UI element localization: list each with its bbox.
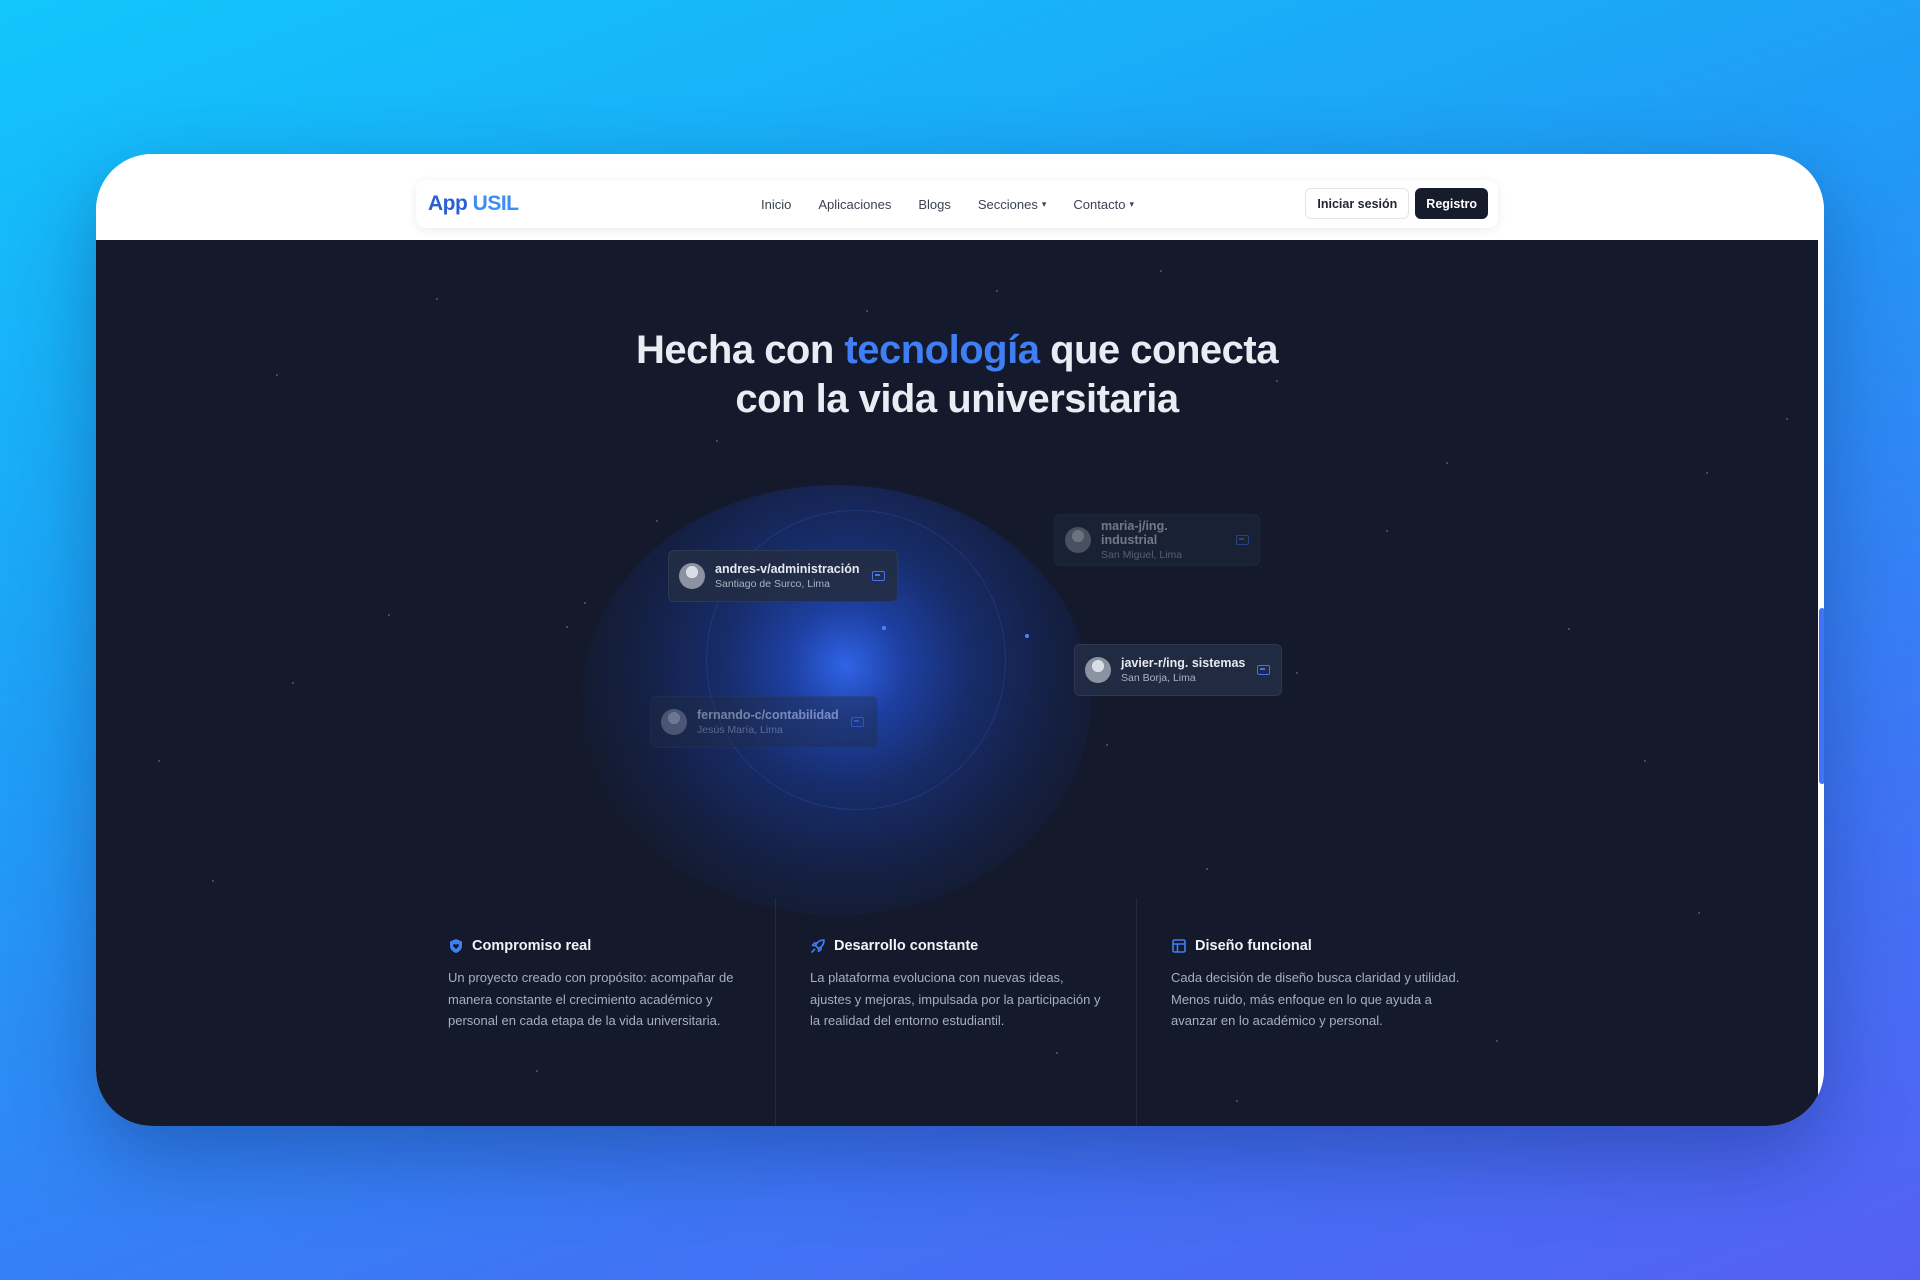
- top-bar: App USIL Inicio Aplicaciones Blogs Secci…: [96, 154, 1824, 240]
- navbar: App USIL Inicio Aplicaciones Blogs Secci…: [416, 180, 1498, 228]
- star: [716, 440, 718, 442]
- nav-links: Inicio Aplicaciones Blogs Secciones ▾ Co…: [761, 180, 1134, 228]
- browser-window: App USIL Inicio Aplicaciones Blogs Secci…: [96, 154, 1824, 1126]
- star: [1446, 462, 1448, 464]
- shield-heart-icon: [450, 939, 462, 953]
- message-icon[interactable]: [1236, 535, 1249, 545]
- feature-title: Desarrollo constante: [834, 938, 979, 954]
- star: [1160, 270, 1162, 272]
- feature-title: Compromiso real: [472, 938, 592, 954]
- star: [388, 614, 390, 616]
- feature-diseno: Diseño funcional Cada decisión de diseño…: [1136, 898, 1497, 1126]
- layout-icon: [1172, 939, 1186, 953]
- hero-title-post: que conecta: [1039, 328, 1278, 372]
- feature-description: Cada decisión de diseño busca claridad y…: [1171, 970, 1460, 1028]
- nav-contacto[interactable]: Contacto ▾: [1073, 197, 1134, 212]
- profile-name: javier-r/ing. sistemas: [1121, 656, 1246, 670]
- nav-contacto-label: Contacto: [1073, 196, 1126, 212]
- chevron-down-icon: ▾: [1129, 198, 1134, 209]
- feature-compromiso: Compromiso real Un proyecto creado con p…: [414, 898, 775, 1126]
- chevron-down-icon: ▾: [1041, 198, 1047, 209]
- feature-description: La plataforma evoluciona con nuevas idea…: [810, 970, 1101, 1028]
- logo[interactable]: App USIL: [428, 192, 519, 216]
- profile-card[interactable]: fernando-c/contabilidad Jesús María, Lim…: [650, 696, 878, 748]
- star: [1644, 760, 1646, 762]
- avatar: [1065, 527, 1091, 553]
- star: [566, 626, 568, 628]
- star: [158, 760, 160, 762]
- profile-card[interactable]: javier-r/ing. sistemas San Borja, Lima: [1074, 644, 1282, 696]
- profile-location: San Miguel, Lima: [1101, 549, 1183, 561]
- scrollbar[interactable]: [1818, 240, 1824, 1126]
- nav-inicio[interactable]: Inicio: [761, 197, 791, 212]
- star: [656, 520, 658, 522]
- message-icon[interactable]: [1257, 665, 1271, 675]
- message-icon[interactable]: [871, 571, 885, 581]
- feature-title: Diseño funcional: [1195, 938, 1312, 954]
- star: [1206, 868, 1208, 870]
- nav-actions: Iniciar sesión Registro: [1305, 188, 1488, 219]
- nav-secciones[interactable]: Secciones ▾: [978, 197, 1047, 212]
- star: [212, 880, 214, 882]
- scrollbar-thumb[interactable]: [1819, 608, 1824, 784]
- avatar: [679, 563, 705, 589]
- profile-name: andres-v/administración: [715, 562, 860, 576]
- star: [1568, 628, 1570, 630]
- hero-title-pre: Hecha con: [636, 328, 845, 372]
- rocket-icon: [811, 939, 825, 953]
- login-button[interactable]: Iniciar sesión: [1305, 188, 1410, 219]
- logo-brand: USIL: [472, 192, 519, 215]
- logo-app: App: [428, 192, 468, 215]
- profile-location: Jesús María, Lima: [697, 724, 783, 736]
- hero-title: Hecha con tecnología que conecta con la …: [96, 326, 1818, 424]
- nav-secciones-label: Secciones: [977, 196, 1038, 212]
- nav-aplicaciones[interactable]: Aplicaciones: [818, 197, 891, 212]
- nav-blogs[interactable]: Blogs: [918, 197, 951, 212]
- star: [1698, 912, 1700, 914]
- star: [996, 290, 998, 292]
- profile-card[interactable]: andres-v/administración Santiago de Surc…: [668, 550, 898, 602]
- hero-section: Hecha con tecnología que conecta con la …: [96, 240, 1818, 1126]
- hero-title-line2: con la vida universitaria: [735, 377, 1179, 421]
- profile-card[interactable]: maria-j/ing. industrial San Miguel, Lima: [1054, 514, 1260, 566]
- hero-title-accent: tecnología: [844, 328, 1040, 372]
- globe-dot: [882, 626, 886, 630]
- star: [436, 298, 438, 300]
- star: [584, 602, 586, 604]
- star: [866, 310, 868, 312]
- globe-dot: [1025, 634, 1029, 638]
- avatar: [1085, 657, 1111, 683]
- feature-description: Un proyecto creado con propósito: acompa…: [448, 970, 734, 1028]
- message-icon[interactable]: [850, 717, 864, 727]
- profile-name: maria-j/ing. industrial: [1101, 519, 1168, 547]
- feature-desarrollo: Desarrollo constante La plataforma evolu…: [775, 898, 1136, 1126]
- register-button[interactable]: Registro: [1415, 188, 1488, 219]
- star: [1296, 672, 1298, 674]
- star: [1386, 530, 1388, 532]
- features-grid: Compromiso real Un proyecto creado con p…: [414, 898, 1498, 1126]
- star: [1706, 472, 1708, 474]
- profile-location: San Borja, Lima: [1121, 672, 1196, 684]
- avatar: [661, 709, 687, 735]
- profile-location: Santiago de Surco, Lima: [715, 578, 830, 590]
- star: [1106, 744, 1108, 746]
- star: [292, 682, 294, 684]
- profile-name: fernando-c/contabilidad: [697, 708, 839, 722]
